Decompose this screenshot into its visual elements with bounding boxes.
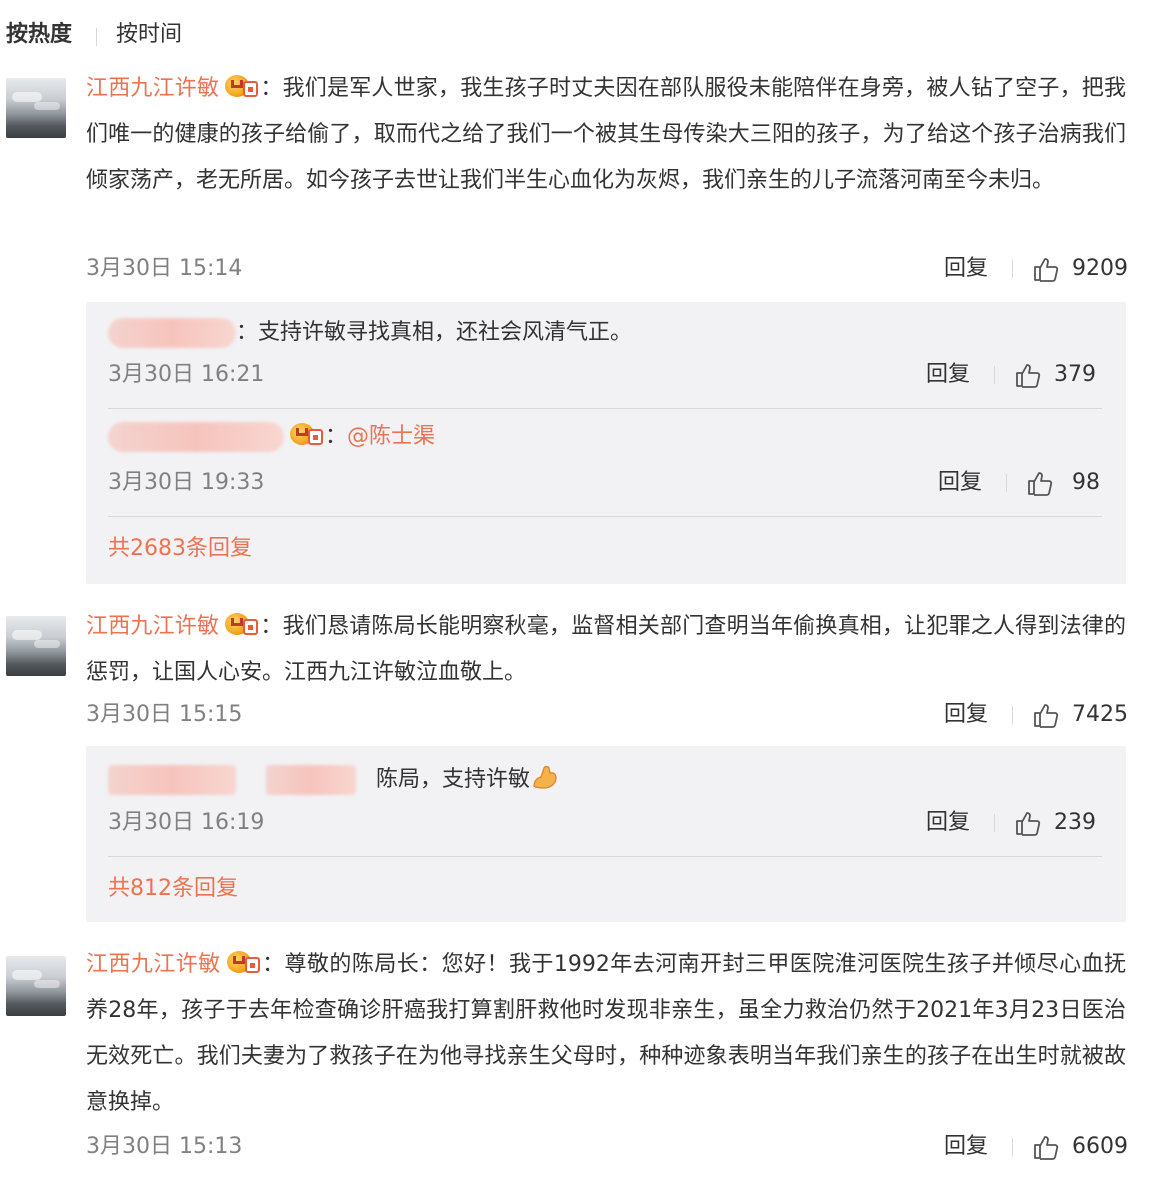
reply-divider (108, 408, 1102, 409)
reply-time: 3月30日 19:33 (108, 470, 265, 495)
reply-body: ：支持许敏寻找真相，还社会风清气正。 (236, 320, 633, 345)
blurred-username[interactable] (108, 765, 236, 795)
reply-meta: 3月30日 16:21 回复 379 (108, 358, 1102, 392)
like-count[interactable]: 6609 (1072, 1130, 1128, 1164)
thumbs-up-icon[interactable] (1014, 361, 1042, 389)
blurred-username[interactable] (266, 765, 356, 795)
avatar[interactable] (6, 956, 66, 1016)
username-link[interactable]: 江西九江许敏 (86, 614, 219, 639)
reply-text: 陈局，支持许敏 (108, 762, 560, 797)
vip-crown-icon (225, 611, 259, 637)
meta-divider (1012, 706, 1013, 724)
reply-body: ： (325, 424, 348, 449)
like-count[interactable]: 379 (1054, 358, 1096, 392)
avatar[interactable] (6, 616, 66, 676)
thumbs-up-icon[interactable] (1032, 1133, 1060, 1161)
reply-divider (108, 856, 1102, 857)
reply-body: 陈局，支持许敏 (376, 767, 531, 792)
flexed-biceps-emoji (533, 765, 557, 789)
reply-button[interactable]: 回复 (944, 1130, 988, 1164)
meta-divider (994, 366, 995, 384)
thumbs-up-icon[interactable] (1014, 809, 1042, 837)
vip-crown-icon (225, 73, 259, 99)
comment-text: 江西九江许敏 ：尊敬的陈局长：您好！我于1992年去河南开封三甲医院淮河医院生孩子… (86, 942, 1126, 1126)
like-count[interactable]: 239 (1054, 806, 1096, 840)
thumbs-up-icon[interactable] (1032, 701, 1060, 729)
reply-meta: 3月30日 16:19 回复 239 (108, 806, 1102, 840)
avatar[interactable] (6, 78, 66, 138)
comment-time: 3月30日 15:14 (86, 256, 243, 281)
reply-button[interactable]: 回复 (926, 806, 970, 840)
meta-divider (1006, 474, 1007, 492)
comment-text: 江西九江许敏 ：我们恳请陈局长能明察秋毫，监督相关部门查明当年偷换真相，让犯罪之人… (86, 604, 1126, 696)
reply-button[interactable]: 回复 (944, 698, 988, 732)
comment-time: 3月30日 15:15 (86, 702, 243, 727)
sort-bar: 按热度 按时间 (0, 0, 1160, 70)
comment-body: ：尊敬的陈局长：您好！我于1992年去河南开封三甲医院淮河医院生孩子并倾尽心血抚… (86, 952, 1126, 1115)
comment-meta: 3月30日 15:15 回复 7425 (86, 698, 1128, 732)
sort-by-hot-tab[interactable]: 按热度 (6, 18, 72, 52)
reply-time: 3月30日 16:21 (108, 362, 265, 387)
vip-crown-icon (290, 421, 324, 447)
blurred-username[interactable] (108, 318, 236, 348)
meta-divider (994, 814, 995, 832)
thumbs-up-icon[interactable] (1032, 255, 1060, 283)
comment-time: 3月30日 15:13 (86, 1134, 243, 1159)
sort-by-time-tab[interactable]: 按时间 (116, 18, 182, 52)
thumbs-up-icon[interactable] (1026, 469, 1054, 497)
reply-button[interactable]: 回复 (926, 358, 970, 392)
reply-button[interactable]: 回复 (944, 252, 988, 286)
comment-text: 江西九江许敏 ：我们是军人世家，我生孩子时丈夫因在部队服役未能陪伴在身旁，被人钻了… (86, 66, 1126, 204)
comment-meta: 3月30日 15:14 回复 9209 (86, 252, 1128, 286)
username-link[interactable]: 江西九江许敏 (86, 952, 221, 977)
sort-divider (96, 28, 97, 46)
meta-divider (1012, 1138, 1013, 1156)
reply-time: 3月30日 16:19 (108, 810, 265, 835)
reply-text: ：支持许敏寻找真相，还社会风清气正。 (108, 316, 632, 350)
mention-link[interactable]: @陈士渠 (347, 424, 435, 449)
comment-meta: 3月30日 15:13 回复 6609 (86, 1130, 1128, 1164)
reply-text: ：@陈士渠 (108, 420, 435, 454)
reply-meta: 3月30日 19:33 回复 98 (108, 466, 1102, 500)
more-replies-link[interactable]: 共812条回复 (108, 872, 238, 906)
like-count[interactable]: 9209 (1072, 252, 1128, 286)
meta-divider (1012, 260, 1013, 278)
like-count[interactable]: 7425 (1072, 698, 1128, 732)
username-link[interactable]: 江西九江许敏 (86, 76, 219, 101)
like-count[interactable]: 98 (1072, 466, 1100, 500)
blurred-username[interactable] (108, 422, 284, 452)
reply-button[interactable]: 回复 (938, 466, 982, 500)
replies-panel: 陈局，支持许敏 3月30日 16:19 回复 239 共812条回复 (86, 746, 1126, 922)
replies-panel: ：支持许敏寻找真相，还社会风清气正。 3月30日 16:21 回复 379 ：@… (86, 302, 1126, 584)
reply-divider (108, 516, 1102, 517)
vip-crown-icon (226, 949, 261, 975)
more-replies-link[interactable]: 共2683条回复 (108, 532, 252, 566)
